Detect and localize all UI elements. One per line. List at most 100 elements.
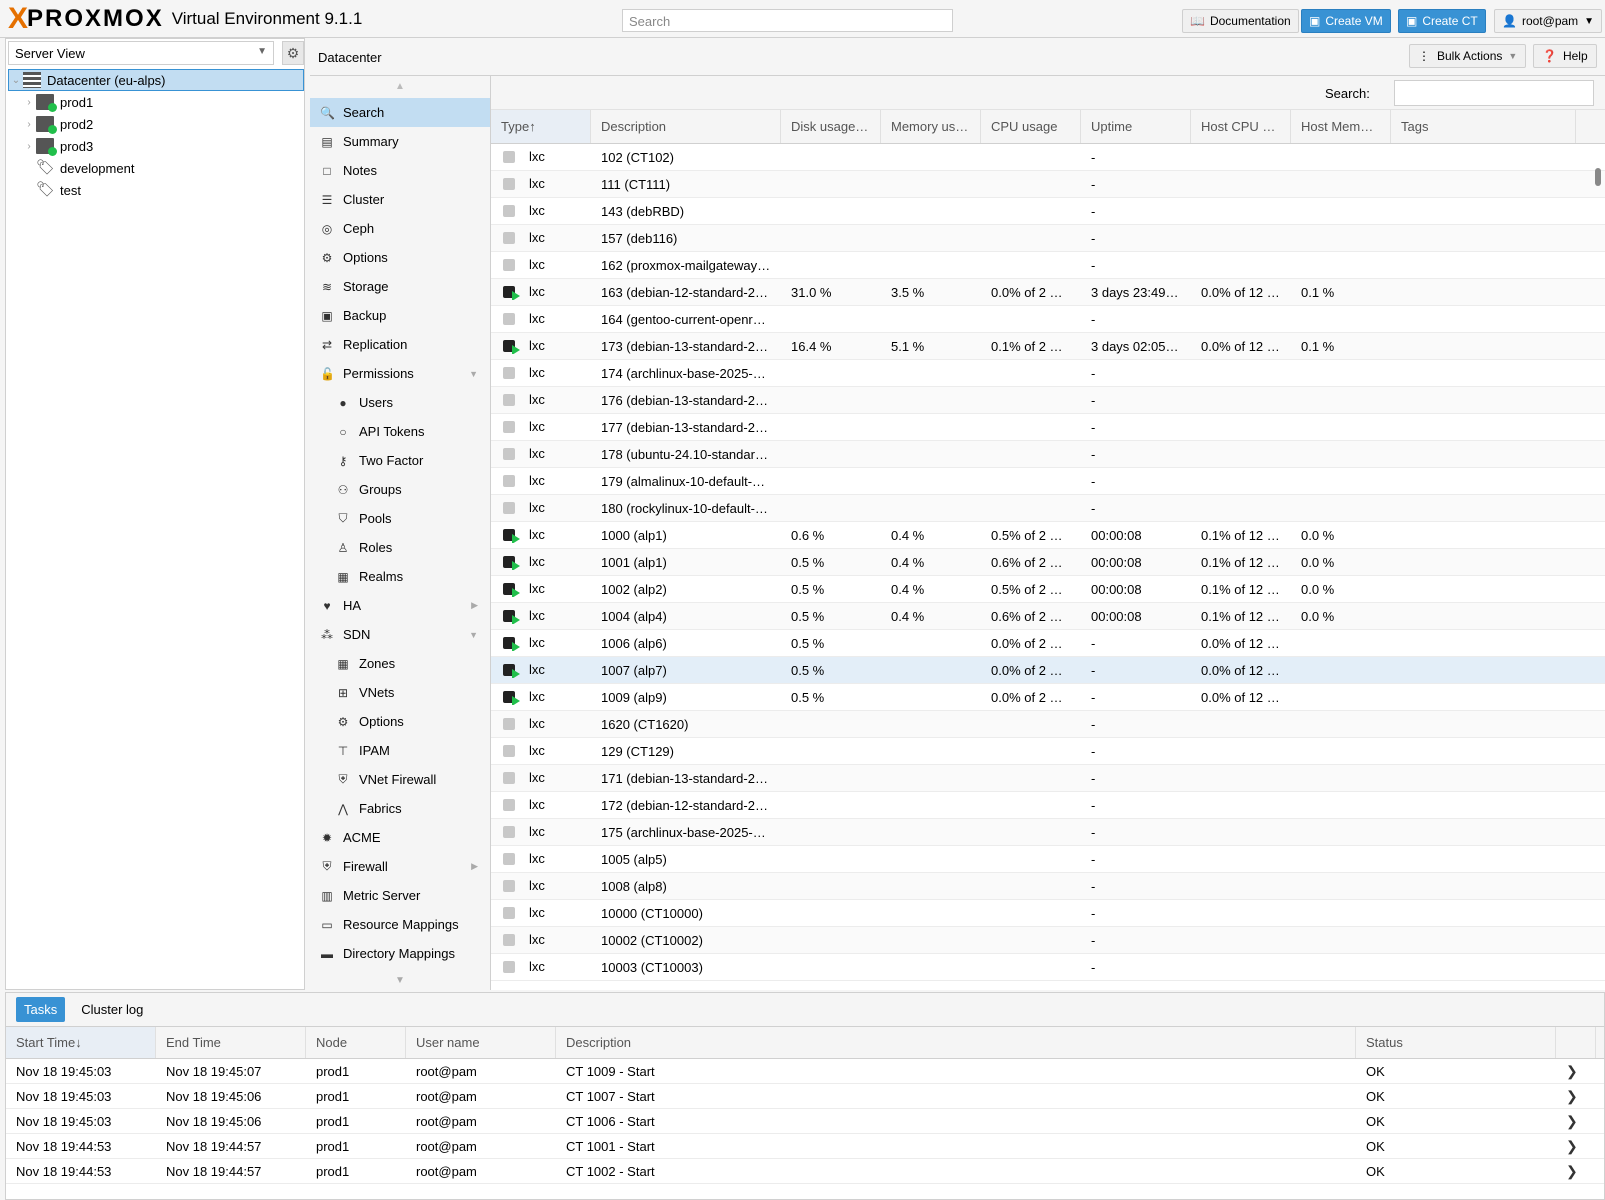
- grid-row[interactable]: lxc 179 (almalinux-10-default-20… -: [491, 468, 1605, 495]
- grid-row[interactable]: lxc 10002 (CT10002) -: [491, 927, 1605, 954]
- collapse-icon[interactable]: ▼: [469, 630, 478, 640]
- expand-icon[interactable]: ›: [22, 119, 36, 130]
- column-header-6[interactable]: Host CPU …: [1191, 110, 1291, 143]
- create-vm-button[interactable]: ▣ Create VM: [1301, 9, 1391, 33]
- scroll-up-icon[interactable]: ▲: [310, 76, 490, 98]
- column-header-2[interactable]: Disk usage…: [781, 110, 881, 143]
- tree-item-prod3[interactable]: › prod3: [8, 135, 304, 157]
- grid-row[interactable]: lxc 172 (debian-12-standard-20… -: [491, 792, 1605, 819]
- column-header-7[interactable]: Host Mem…: [1291, 110, 1391, 143]
- tree-settings-button[interactable]: ⚙: [282, 41, 304, 65]
- grid-row[interactable]: lxc 10003 (CT10003) -: [491, 954, 1605, 981]
- expand-icon[interactable]: ›: [22, 141, 36, 152]
- tree-item-prod2[interactable]: › prod2: [8, 113, 304, 135]
- grid-row[interactable]: lxc 1009 (alp9) 0.5 % 0.0% of 2 … - 0.0% of 1…: [491, 684, 1605, 711]
- menu-item-ipam[interactable]: ⊤ IPAM: [310, 736, 490, 765]
- task-row[interactable]: Nov 18 19:44:53 Nov 18 19:44:57 prod1 root@…: [6, 1134, 1604, 1159]
- task-row[interactable]: Nov 18 19:44:53 Nov 18 19:44:57 prod1 root@…: [6, 1159, 1604, 1184]
- tree-item-datacenter[interactable]: ⌄ Datacenter (eu-alps): [8, 69, 304, 91]
- grid-row[interactable]: lxc 164 (gentoo-current-openrc-… -: [491, 306, 1605, 333]
- create-ct-button[interactable]: ▣ Create CT: [1398, 9, 1486, 33]
- menu-item-groups[interactable]: ⚇ Groups: [310, 475, 490, 504]
- task-column-header-0[interactable]: Start Time ↓: [6, 1027, 156, 1058]
- grid-row[interactable]: lxc 1005 (alp5) -: [491, 846, 1605, 873]
- chevron-right-icon[interactable]: ❯: [1556, 1088, 1596, 1105]
- menu-item-api-tokens[interactable]: ○ API Tokens: [310, 417, 490, 446]
- menu-item-realms[interactable]: ▦ Realms: [310, 562, 490, 591]
- task-column-header-5[interactable]: Status: [1356, 1027, 1556, 1058]
- global-search-input[interactable]: Search: [622, 9, 953, 32]
- grid-row[interactable]: lxc 1007 (alp7) 0.5 % 0.0% of 2 … - 0.0% of 1…: [491, 657, 1605, 684]
- scroll-down-icon[interactable]: ▼: [310, 975, 490, 986]
- collapse-icon[interactable]: ▼: [469, 369, 478, 379]
- user-menu-button[interactable]: 👤 root@pam ▼: [1494, 9, 1603, 33]
- grid-search-input[interactable]: [1394, 80, 1594, 106]
- column-header-8[interactable]: Tags: [1391, 110, 1576, 143]
- chevron-right-icon[interactable]: ❯: [1556, 1138, 1596, 1155]
- grid-row[interactable]: lxc 1001 (alp1) 0.5 % 0.4 % 0.6% of 2 … 00:00…: [491, 549, 1605, 576]
- menu-item-metric-server[interactable]: ▥ Metric Server: [310, 881, 490, 910]
- tab-tasks[interactable]: Tasks: [16, 997, 66, 1022]
- tab-cluster-log[interactable]: Cluster log: [73, 997, 151, 1022]
- menu-item-search[interactable]: 🔍 Search: [310, 98, 490, 127]
- grid-row[interactable]: lxc 174 (archlinux-base-2025-09… -: [491, 360, 1605, 387]
- collapse-icon[interactable]: ⌄: [9, 75, 23, 86]
- chevron-right-icon[interactable]: ❯: [1556, 1163, 1596, 1180]
- menu-item-vnet-firewall[interactable]: ⛨ VNet Firewall: [310, 765, 490, 794]
- chevron-right-icon[interactable]: ❯: [1556, 1063, 1596, 1080]
- view-selector[interactable]: Server View ▼: [8, 41, 274, 65]
- grid-row[interactable]: lxc 1004 (alp4) 0.5 % 0.4 % 0.6% of 2 … 00:00…: [491, 603, 1605, 630]
- expand-icon[interactable]: ▶: [471, 600, 478, 611]
- grid-row[interactable]: lxc 111 (CT111) -: [491, 171, 1605, 198]
- grid-row[interactable]: lxc 157 (deb116) -: [491, 225, 1605, 252]
- task-column-header-4[interactable]: Description: [556, 1027, 1356, 1058]
- grid-row[interactable]: lxc 1000 (alp1) 0.6 % 0.4 % 0.5% of 2 … 00:00…: [491, 522, 1605, 549]
- grid-row[interactable]: lxc 180 (rockylinux-10-default-2… -: [491, 495, 1605, 522]
- menu-item-notes[interactable]: □ Notes: [310, 156, 490, 185]
- grid-scrollbar[interactable]: [1593, 154, 1601, 1004]
- column-header-4[interactable]: CPU usage: [981, 110, 1081, 143]
- tree-item-prod1[interactable]: › prod1: [8, 91, 304, 113]
- menu-item-two-factor[interactable]: ⚷ Two Factor: [310, 446, 490, 475]
- grid-row[interactable]: lxc 143 (debRBD) -: [491, 198, 1605, 225]
- grid-row[interactable]: lxc 1006 (alp6) 0.5 % 0.0% of 2 … - 0.0% of 1…: [491, 630, 1605, 657]
- menu-item-users[interactable]: ● Users: [310, 388, 490, 417]
- grid-row[interactable]: lxc 162 (proxmox-mailgateway-… -: [491, 252, 1605, 279]
- task-row[interactable]: Nov 18 19:45:03 Nov 18 19:45:07 prod1 root@…: [6, 1059, 1604, 1084]
- menu-item-backup[interactable]: ▣ Backup: [310, 301, 490, 330]
- menu-item-ha[interactable]: ♥ HA ▶: [310, 591, 490, 620]
- grid-row[interactable]: lxc 10000 (CT10000) -: [491, 900, 1605, 927]
- help-button[interactable]: ❓ Help: [1533, 44, 1597, 68]
- grid-row[interactable]: lxc 129 (CT129) -: [491, 738, 1605, 765]
- menu-item-summary[interactable]: ▤ Summary: [310, 127, 490, 156]
- menu-item-resource-mappings[interactable]: ▭ Resource Mappings: [310, 910, 490, 939]
- grid-row[interactable]: lxc 102 (CT102) -: [491, 144, 1605, 171]
- bulk-actions-button[interactable]: ⋮ Bulk Actions ▼: [1409, 44, 1527, 68]
- grid-row[interactable]: lxc 1008 (alp8) -: [491, 873, 1605, 900]
- task-row[interactable]: Nov 18 19:45:03 Nov 18 19:45:06 prod1 root@…: [6, 1084, 1604, 1109]
- menu-item-pools[interactable]: ⛉ Pools: [310, 504, 490, 533]
- menu-item-firewall[interactable]: ⛨ Firewall ▶: [310, 852, 490, 881]
- menu-item-sdn[interactable]: ⁂ SDN ▼: [310, 620, 490, 649]
- grid-row[interactable]: lxc 171 (debian-13-standard-20… -: [491, 765, 1605, 792]
- chevron-right-icon[interactable]: ❯: [1556, 1113, 1596, 1130]
- column-header-5[interactable]: Uptime: [1081, 110, 1191, 143]
- grid-row[interactable]: lxc 163 (debian-12-standard-20… 31.0 % 3.5 …: [491, 279, 1605, 306]
- column-header-3[interactable]: Memory us…: [881, 110, 981, 143]
- menu-item-permissions[interactable]: 🔓 Permissions ▼: [310, 359, 490, 388]
- menu-item-cluster[interactable]: ☰ Cluster: [310, 185, 490, 214]
- menu-item-fabrics[interactable]: ⋀ Fabrics: [310, 794, 490, 823]
- expand-icon[interactable]: ▶: [471, 861, 478, 872]
- grid-row[interactable]: lxc 178 (ubuntu-24.10-standard-… -: [491, 441, 1605, 468]
- tree-item-test[interactable]: 🏷 test: [8, 179, 304, 201]
- menu-item-directory-mappings[interactable]: ▬ Directory Mappings: [310, 939, 490, 968]
- grid-row[interactable]: lxc 175 (archlinux-base-2025-09… -: [491, 819, 1605, 846]
- grid-row[interactable]: lxc 176 (debian-13-standard-20… -: [491, 387, 1605, 414]
- menu-item-storage[interactable]: ≋ Storage: [310, 272, 490, 301]
- documentation-button[interactable]: 📖 Documentation: [1182, 9, 1299, 33]
- menu-item-roles[interactable]: ♙ Roles: [310, 533, 490, 562]
- menu-item-options[interactable]: ⚙ Options: [310, 243, 490, 272]
- expand-icon[interactable]: ›: [22, 97, 36, 108]
- task-column-header-3[interactable]: User name: [406, 1027, 556, 1058]
- menu-item-options[interactable]: ⚙ Options: [310, 707, 490, 736]
